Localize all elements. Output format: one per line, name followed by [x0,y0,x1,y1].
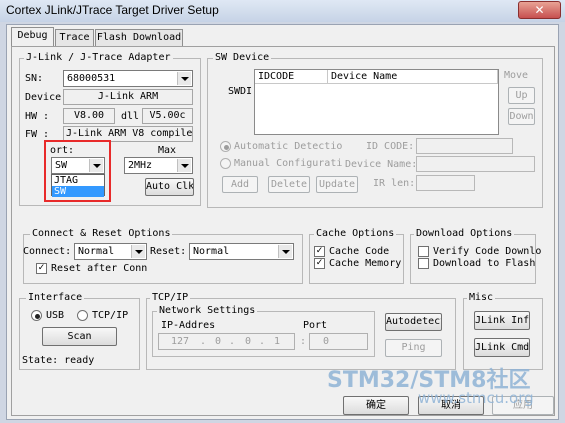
port-option-jtag[interactable]: JTAG [52,175,104,186]
reset-select[interactable]: Normal [189,243,294,260]
port-dropdown-list: JTAG SW [51,174,105,197]
move-label: Move [504,70,529,81]
port-separator: : [300,336,307,347]
move-up-button[interactable]: Up [508,87,535,104]
ir-len-field[interactable] [416,175,475,191]
interface-legend: Interface [26,292,85,304]
download-options-legend: Download Options [414,228,515,240]
misc-group [463,298,543,370]
max-clock-select[interactable]: 2MHz [124,157,193,174]
id-code-label: ID CODE: [366,141,415,152]
automatic-detection-label: Automatic Detectio [234,141,343,152]
state-text: State: ready [22,355,95,366]
automatic-detection-radio[interactable] [220,141,231,152]
delete-button[interactable]: Delete [268,176,310,193]
window-title: Cortex JLink/JTrace Target Driver Setup [6,3,219,17]
dll-label: dll [121,111,140,122]
column-device-name[interactable]: Device Name [328,70,498,84]
connect-select[interactable]: Normal [74,243,147,260]
device-table[interactable]: IDCODE Device Name [254,69,499,135]
usb-label: USB [46,310,65,321]
hw-value: V8.00 [63,108,115,124]
device-name-field[interactable] [416,156,535,172]
sw-device-legend: SW Device [213,52,272,64]
reset-label: Reset: [150,246,187,257]
usb-radio[interactable] [31,310,42,321]
autodetect-button[interactable]: Autodetect [385,313,442,331]
chevron-down-icon [177,159,191,172]
reset-value: Normal [193,246,230,257]
ip-octet-1: 127 [171,336,190,347]
tab-trace[interactable]: Trace [55,29,94,47]
misc-legend: Misc [467,292,496,304]
sn-select[interactable]: 68000531 [63,70,193,87]
hw-label: HW : [25,111,50,122]
column-idcode[interactable]: IDCODE [255,70,328,84]
port-number-field[interactable]: 0 [309,333,368,350]
chevron-down-icon [278,245,292,258]
ir-len-label: IR len: [373,178,416,189]
port-option-sw[interactable]: SW [52,186,104,197]
watermark-url: www.stmcu.org [418,389,534,407]
max-clock-label: Max [158,145,177,156]
manual-configuration-label: Manual Configurati [234,158,343,169]
reset-after-conn-label: Reset after Conn [51,263,148,274]
sn-value: 68000531 [67,73,116,84]
cache-memory-checkbox[interactable]: ✓ [314,258,325,269]
connect-reset-legend: Connect & Reset Options [30,228,173,240]
chevron-down-icon [131,245,145,258]
chevron-down-icon [177,72,191,85]
tcpip-radio-label: TCP/IP [92,310,129,321]
ip-address-field[interactable]: 127 . 0 . 0 . 1 [158,333,295,350]
cache-memory-label: Cache Memory [329,258,402,269]
port-number-value: 0 [323,336,330,347]
port-select[interactable]: SW [51,157,105,174]
download-to-flash-checkbox[interactable] [418,258,429,269]
verify-code-download-label: Verify Code Downlo [433,246,542,257]
close-button[interactable]: ✕ [518,1,561,19]
port-label: ort: [50,145,75,157]
tab-flash-download[interactable]: Flash Download [95,29,183,47]
port-value: SW [55,160,68,171]
reset-after-conn-checkbox[interactable]: ✓ [36,263,47,274]
move-down-button[interactable]: Down [508,108,535,125]
connect-value: Normal [78,246,115,257]
ok-button[interactable]: 确定 [343,396,409,415]
jlink-info-button[interactable]: JLink Info [474,311,530,330]
ip-address-label: IP-Addres [161,320,216,331]
dll-value: V5.00c [142,108,193,124]
device-label: Device: [25,92,68,103]
chevron-down-icon [89,159,103,172]
cache-code-label: Cache Code [329,246,390,257]
cache-options-legend: Cache Options [314,228,397,240]
cache-code-checkbox[interactable]: ✓ [314,246,325,257]
network-settings-legend: Network Settings [157,305,258,317]
verify-code-download-checkbox[interactable] [418,246,429,257]
device-value: J-Link ARM [63,89,193,105]
jlink-cmd-button[interactable]: JLink Cmd [474,338,530,357]
id-code-field[interactable] [416,138,513,154]
tab-debug[interactable]: Debug [11,27,54,47]
add-button[interactable]: Add [222,176,258,193]
update-button[interactable]: Update [316,176,358,193]
auto-clk-button[interactable]: Auto Clk [145,178,194,196]
tcpip-radio[interactable] [77,310,88,321]
max-clock-value: 2MHz [128,160,153,171]
ping-button[interactable]: Ping [385,339,442,357]
download-to-flash-label: Download to Flash [433,258,536,269]
tcpip-legend: TCP/IP [150,292,191,304]
ip-octet-4: 1 [274,336,281,347]
manual-configuration-radio[interactable] [220,158,231,169]
connect-label: Connect: [23,246,72,257]
sn-label: SN: [25,73,44,84]
port-number-label: Port [303,320,328,331]
ip-octet-2: 0 [215,336,222,347]
scan-button[interactable]: Scan [42,327,117,346]
ip-octet-3: 0 [245,336,252,347]
device-name-label: Device Name: [345,159,418,170]
adapter-legend: J-Link / J-Trace Adapter [24,52,173,64]
